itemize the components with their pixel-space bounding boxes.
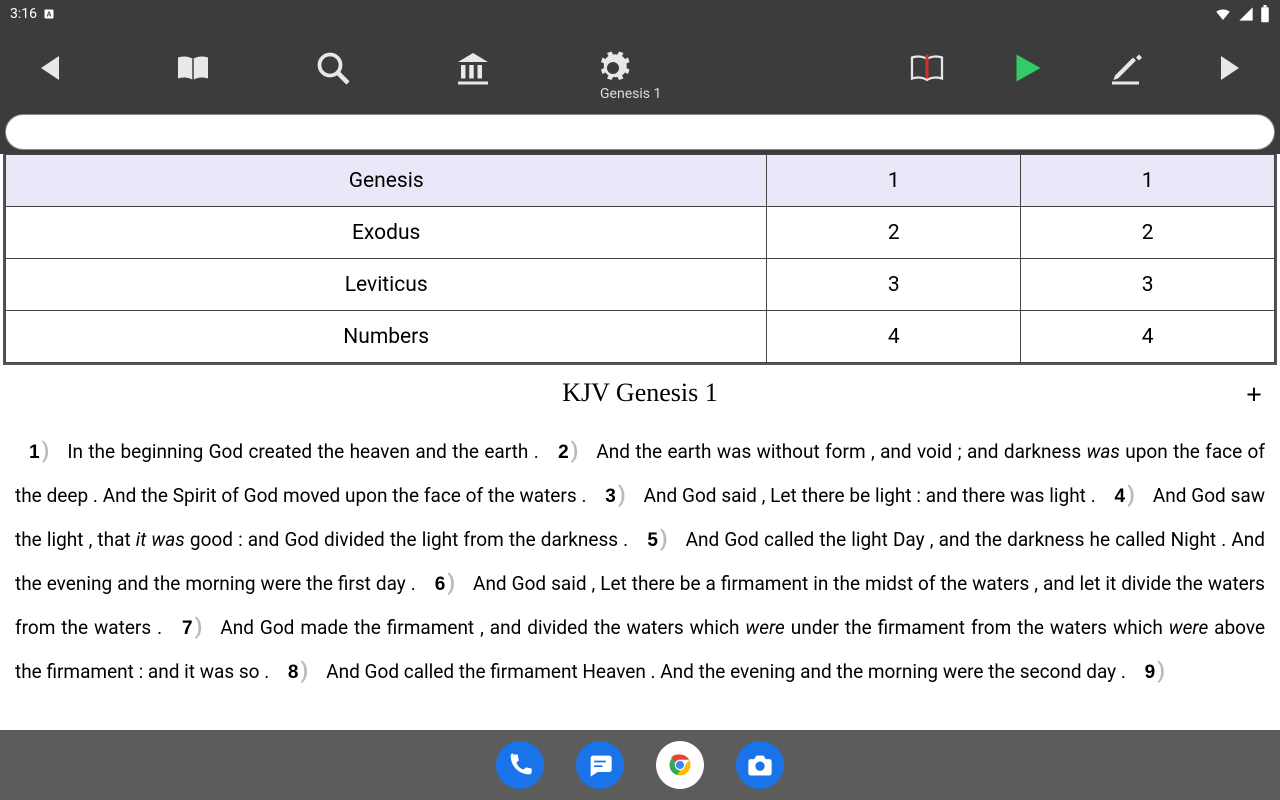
- verse-text-italic: were: [745, 616, 784, 639]
- signal-icon: [1238, 6, 1254, 22]
- picker-book[interactable]: Genesis: [6, 155, 767, 207]
- dock: [0, 730, 1280, 800]
- svg-text:A: A: [46, 12, 51, 19]
- picker-verse[interactable]: 3: [1021, 259, 1275, 311]
- verse-paren: ): [660, 527, 668, 552]
- content-title: KJV Genesis 1: [562, 378, 718, 407]
- search-icon[interactable]: [298, 44, 368, 92]
- search-input[interactable]: [5, 114, 1275, 150]
- dock-chrome-app[interactable]: [656, 741, 704, 789]
- verse-number[interactable]: 9: [1145, 662, 1156, 683]
- status-bar: 3:16 A: [0, 0, 1280, 28]
- scripture-body: 1) In the beginning God created the heave…: [0, 412, 1280, 694]
- verse-paren: ): [1127, 483, 1135, 508]
- verse-number[interactable]: 1: [29, 442, 40, 463]
- verse-text: And God called the firmament Heaven . An…: [326, 660, 1130, 683]
- app-indicator-icon: A: [43, 8, 55, 20]
- picker-verse[interactable]: 1: [1021, 155, 1275, 207]
- dock-camera-app[interactable]: [736, 741, 784, 789]
- picker-chapter[interactable]: 1: [767, 155, 1021, 207]
- verse-text-italic: were: [1169, 616, 1208, 639]
- settings-icon[interactable]: [578, 44, 648, 92]
- back-button[interactable]: [18, 44, 88, 92]
- verse-number[interactable]: 7: [182, 618, 193, 639]
- verse-text: And God made the firmament , and divided…: [220, 616, 745, 639]
- verse-text: good : and God divided the light from th…: [185, 528, 634, 551]
- verse-text: And the earth was without form , and voi…: [596, 440, 1086, 463]
- verse-number[interactable]: 6: [435, 574, 446, 595]
- picker-chapter[interactable]: 4: [767, 311, 1021, 363]
- toolbar-subtitle: Genesis 1: [600, 86, 661, 102]
- verse-number[interactable]: 5: [647, 530, 658, 551]
- search-wrap: [0, 108, 1280, 154]
- verse-text: And God said , Let there be light : and …: [644, 484, 1101, 507]
- verse-paren: ): [301, 659, 309, 684]
- verse-paren: ): [618, 483, 626, 508]
- verse-paren: ): [195, 615, 203, 640]
- forward-button[interactable]: [1192, 44, 1262, 92]
- verse-text-italic: it was: [136, 528, 185, 551]
- verse-paren: ): [571, 439, 579, 464]
- picker-chapter[interactable]: 2: [767, 207, 1021, 259]
- status-time: 3:16: [10, 6, 37, 22]
- bookmark-book-icon[interactable]: [892, 44, 962, 92]
- picker-book[interactable]: Exodus: [6, 207, 767, 259]
- picker-chapter[interactable]: 3: [767, 259, 1021, 311]
- verse-text: under the firmament from the waters whic…: [785, 616, 1169, 639]
- edit-icon[interactable]: [1092, 44, 1162, 92]
- book-open-icon[interactable]: [158, 44, 228, 92]
- verse-number[interactable]: 2: [558, 442, 569, 463]
- dock-messages-app[interactable]: [576, 741, 624, 789]
- verse-paren: ): [1157, 659, 1165, 684]
- verse-number[interactable]: 8: [288, 662, 299, 683]
- picker-verse[interactable]: 2: [1021, 207, 1275, 259]
- toolbar: Genesis 1: [0, 28, 1280, 108]
- verse-paren: ): [447, 571, 455, 596]
- verse-text-italic: was: [1087, 440, 1120, 463]
- add-button[interactable]: +: [1246, 380, 1262, 412]
- verse-number[interactable]: 3: [605, 486, 616, 507]
- picker-verse[interactable]: 4: [1021, 311, 1275, 363]
- wifi-icon: [1214, 5, 1232, 23]
- play-icon[interactable]: [992, 44, 1062, 92]
- content-title-bar: KJV Genesis 1 +: [0, 368, 1280, 412]
- verse-paren: ): [42, 439, 50, 464]
- verse-text: In the beginning God created the heaven …: [67, 440, 544, 463]
- picker-book[interactable]: Numbers: [6, 311, 767, 363]
- battery-icon: [1260, 5, 1270, 23]
- picker-book[interactable]: Leviticus: [6, 259, 767, 311]
- verse-number[interactable]: 4: [1115, 486, 1126, 507]
- library-icon[interactable]: [438, 44, 508, 92]
- book-chapter-verse-picker: Genesis11Exodus22Leviticus33Numbers44: [3, 154, 1277, 365]
- dock-phone-app[interactable]: [496, 741, 544, 789]
